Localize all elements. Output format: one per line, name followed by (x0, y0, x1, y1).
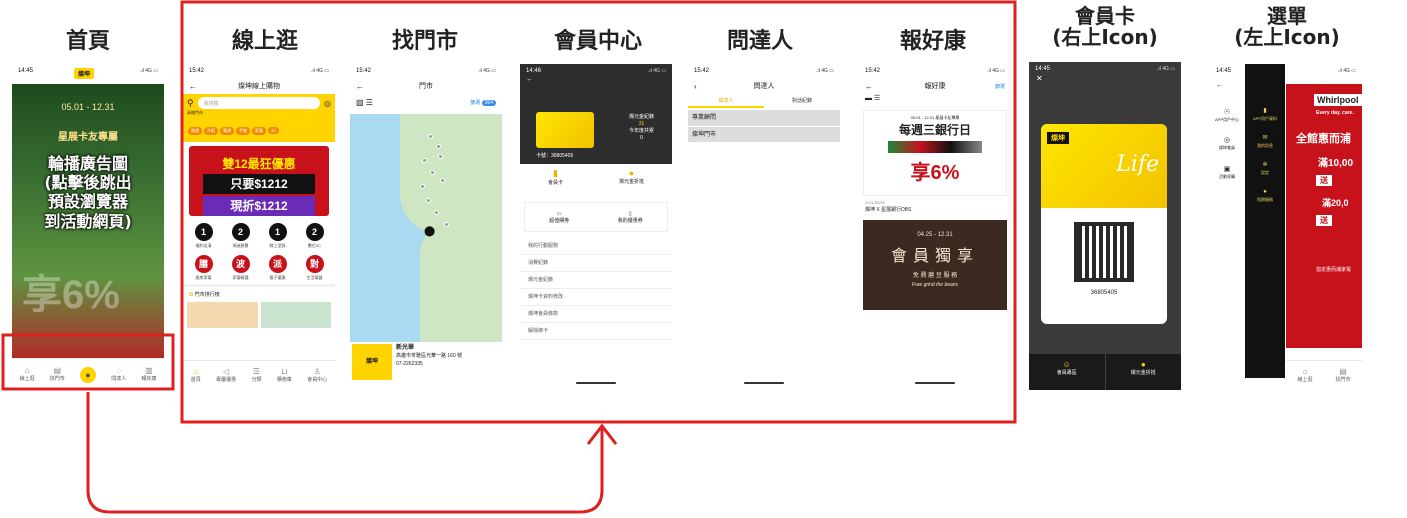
highlight-frame-pages (180, 0, 1017, 424)
highlight-frame-tabs (1, 333, 175, 391)
flow-arrow (86, 392, 604, 514)
annotation-overlay (1, 0, 1017, 514)
